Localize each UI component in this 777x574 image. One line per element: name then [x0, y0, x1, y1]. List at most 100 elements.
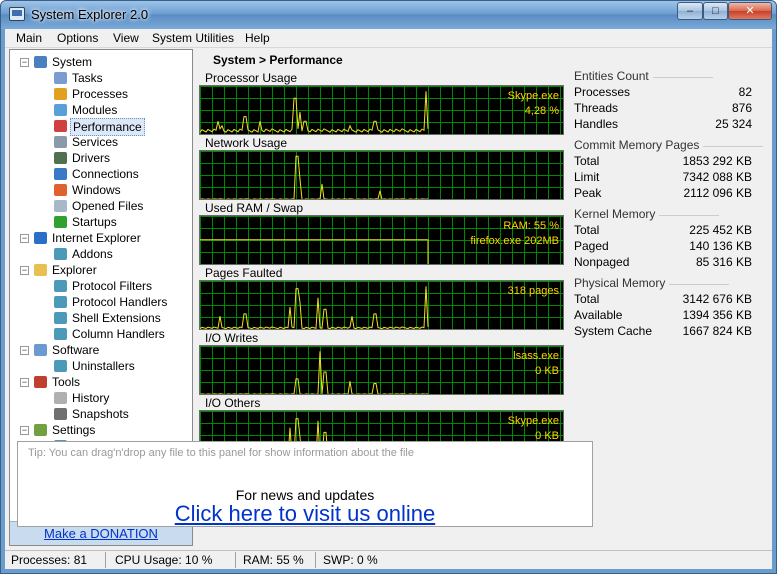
info-row: Processes 82 — [574, 85, 752, 101]
sidebar-item-label: Internet Explorer — [52, 231, 141, 245]
graph-readout: Skype.exe — [507, 415, 559, 427]
protocol-handlers-icon — [54, 296, 67, 308]
sidebar-item-label: Uninstallers — [72, 359, 135, 373]
info-key: Available — [574, 308, 623, 322]
services-icon — [54, 136, 67, 148]
tree-collapse-toggle[interactable]: − — [20, 378, 29, 387]
info-group-heading: Entities Count — [574, 69, 713, 83]
tree-collapse-toggle[interactable]: − — [20, 266, 29, 275]
menu-options[interactable]: Options — [57, 31, 98, 45]
info-value: 1853 292 KB — [682, 154, 752, 168]
info-value: 3142 676 KB — [682, 292, 752, 306]
menu-bar: Main Options View System Utilities Help — [5, 29, 772, 48]
history-icon — [54, 392, 67, 404]
sidebar-item-label: Services — [72, 135, 119, 149]
graph-plot — [200, 351, 429, 394]
graph-readout: lsass.exe — [513, 350, 559, 362]
protocol-filters-icon — [54, 280, 67, 292]
sidebar-item-label: Protocol Filters — [72, 279, 153, 293]
graph-readout: 318 pages — [507, 285, 559, 297]
status-cpu: CPU Usage: 10 % — [115, 553, 213, 567]
camera-icon — [54, 408, 67, 420]
info-value: 876 — [731, 101, 752, 115]
info-row: Total 225 452 KB — [574, 223, 752, 239]
sidebar-item-label: Protocol Handlers — [72, 295, 168, 309]
status-separator — [315, 552, 316, 568]
maximize-button[interactable]: □ — [703, 2, 728, 20]
internet-explorer-icon — [34, 232, 47, 244]
windows-icon — [54, 184, 67, 196]
drivers-icon — [54, 152, 67, 164]
status-bar: Processes: 81 CPU Usage: 10 % RAM: 55 % … — [5, 550, 772, 569]
status-processes: Processes: 81 — [11, 553, 88, 567]
menu-view[interactable]: View — [113, 31, 139, 45]
usage-line — [200, 91, 429, 133]
sidebar-item-label: System — [52, 55, 93, 69]
sidebar-item-label: Tasks — [72, 71, 103, 85]
status-swap: SWP: 0 % — [323, 553, 378, 567]
opened-files-icon — [54, 200, 67, 212]
menu-system-utilities[interactable]: System Utilities — [152, 31, 234, 45]
graph-label: I/O Writes — [205, 331, 259, 345]
info-value: 140 136 KB — [689, 239, 752, 253]
tree-collapse-toggle[interactable]: − — [20, 58, 29, 67]
sidebar-item-label: Drivers — [72, 151, 110, 165]
uninstallers-icon — [54, 360, 67, 372]
visit-online-link[interactable]: Click here to visit us online — [18, 501, 592, 527]
sidebar-item-label: Modules — [72, 103, 118, 117]
sidebar-item-label: Explorer — [52, 263, 97, 277]
connections-icon — [54, 168, 67, 180]
tasks-icon — [54, 72, 67, 84]
sidebar-item-label: Windows — [72, 183, 121, 197]
title-bar[interactable]: System Explorer 2.0 – □ ✕ — [1, 1, 776, 29]
close-button[interactable]: ✕ — [728, 2, 772, 20]
graph-label: Used RAM / Swap — [205, 201, 304, 215]
tree-collapse-toggle[interactable]: − — [20, 234, 29, 243]
graph-pages-faulted: 318 pages — [199, 280, 564, 330]
info-key: System Cache — [574, 324, 653, 338]
info-key: Peak — [574, 186, 602, 200]
info-value: 82 — [738, 85, 752, 99]
sidebar-item-label: Settings — [52, 423, 96, 437]
info-key: Total — [574, 223, 600, 237]
settings-icon — [34, 424, 47, 436]
sidebar-item-label: Shell Extensions — [72, 311, 161, 325]
info-key: Total — [574, 154, 600, 168]
info-group-heading: Physical Memory — [574, 276, 730, 290]
info-group-heading: Kernel Memory — [574, 207, 721, 221]
app-icon — [9, 7, 25, 21]
tree-collapse-toggle[interactable]: − — [20, 346, 29, 355]
sidebar-item-label: Opened Files — [72, 199, 144, 213]
info-value: 2112 096 KB — [683, 186, 752, 200]
info-key: Threads — [574, 101, 619, 115]
graph-readout: RAM: 55 % — [503, 220, 559, 232]
software-icon — [34, 344, 47, 356]
sidebar-item-label: History — [72, 391, 110, 405]
graph-i-o-writes: lsass.exe 0 KB — [199, 345, 564, 395]
info-key: Nonpaged — [574, 255, 630, 269]
file-drop-panel[interactable]: Tip: You can drag'n'drop any file to thi… — [17, 441, 593, 527]
sidebar-item-label: Startups — [72, 215, 117, 229]
menu-help[interactable]: Help — [245, 31, 270, 45]
minimize-button[interactable]: – — [677, 2, 703, 20]
sidebar-item-label: Software — [52, 343, 100, 357]
graph-label: Pages Faulted — [205, 266, 283, 280]
graph-network-usage — [199, 150, 564, 200]
menu-main[interactable]: Main — [16, 31, 42, 45]
graph-label: Processor Usage — [205, 71, 298, 85]
breadcrumb: System > Performance — [213, 53, 343, 67]
info-row: Paged 140 136 KB — [574, 239, 752, 255]
donate-link[interactable]: Make a DONATION — [44, 526, 158, 541]
sidebar-item-label: Column Handlers — [72, 327, 165, 341]
info-row: System Cache 1667 824 KB — [574, 324, 752, 340]
info-key: Limit — [574, 170, 600, 184]
client-area: Main Options View System Utilities Help … — [5, 29, 772, 569]
graph-label: I/O Others — [205, 396, 261, 410]
status-separator — [105, 552, 106, 568]
info-row: Threads 876 — [574, 101, 752, 117]
sidebar-item-label: Connections — [72, 167, 139, 181]
tip-text: Tip: You can drag'n'drop any file to thi… — [28, 447, 414, 459]
addons-icon — [54, 248, 67, 260]
tree-collapse-toggle[interactable]: − — [20, 426, 29, 435]
info-key: Processes — [574, 85, 631, 99]
